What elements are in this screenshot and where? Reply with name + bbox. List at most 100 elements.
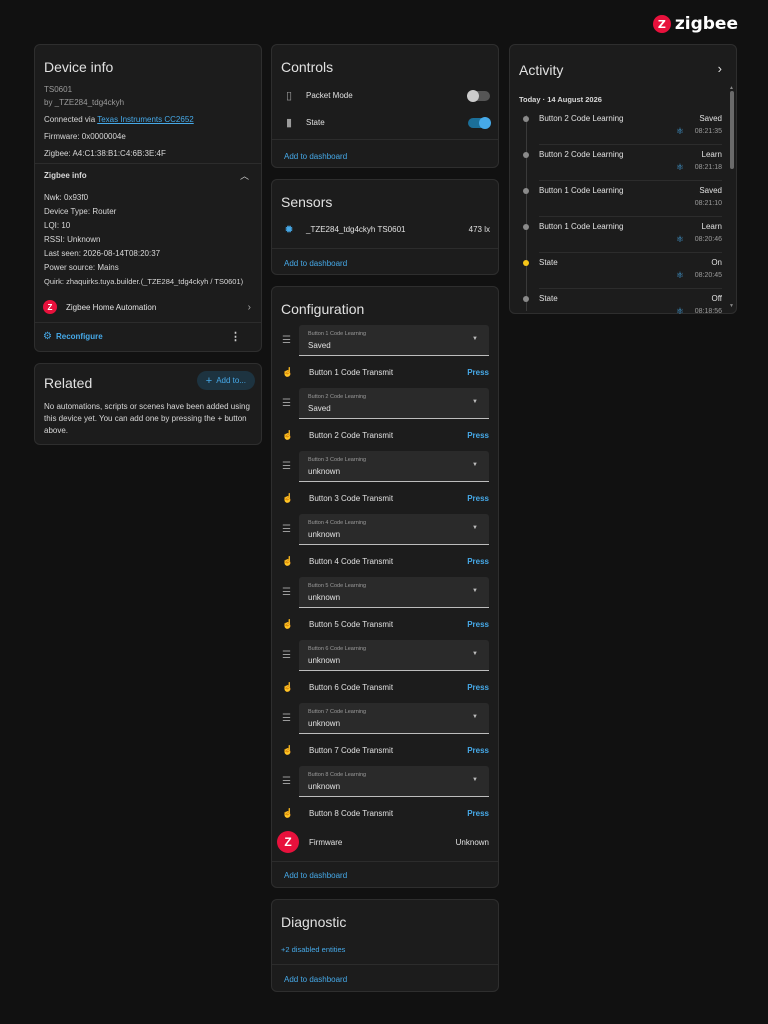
activity-item[interactable]: Button 2 Code Learning Learn ⚛ 08:21:18 <box>510 147 722 182</box>
activity-entity: Button 1 Code Learning <box>539 222 624 231</box>
code-learning-select[interactable]: Button 4 Code Learning unknown ▼ <box>299 514 489 545</box>
code-learning-select[interactable]: Button 3 Code Learning unknown ▼ <box>299 451 489 482</box>
activity-entity: Button 2 Code Learning <box>539 150 624 159</box>
select-label: Button 7 Code Learning <box>308 709 367 715</box>
press-button[interactable]: Press <box>467 746 489 755</box>
code-transmit-row: Button 8 Code Transmit Press <box>280 809 489 818</box>
dropdown-arrow-icon: ▼ <box>472 399 478 405</box>
activity-time: 08:20:45 <box>694 272 722 279</box>
activity-time: 08:20:46 <box>694 236 722 243</box>
configuration-add-to-dashboard[interactable]: Add to dashboard <box>272 871 359 880</box>
chevron-up-icon[interactable]: ︿ <box>240 169 249 182</box>
activity-date: Today · 14 August 2026 <box>519 95 602 104</box>
transmit-label: Button 4 Code Transmit <box>309 557 394 566</box>
timeline-dot <box>523 116 529 122</box>
activity-item[interactable]: State Off ⚛ 08:18:56 <box>510 291 722 326</box>
code-learning-select[interactable]: Button 5 Code Learning unknown ▼ <box>299 577 489 608</box>
firmware-row[interactable]: Z Firmware Unknown <box>277 831 489 853</box>
activity-chevron-right-icon[interactable]: › <box>718 61 722 76</box>
state-toggle[interactable] <box>468 116 491 129</box>
dropdown-arrow-icon: ▼ <box>472 651 478 657</box>
press-button[interactable]: Press <box>467 620 489 629</box>
reconfigure-button[interactable]: ⚙ Reconfigure <box>43 331 103 342</box>
zigbee-address: Zigbee: A4:C1:38:B1:C4:6B:3E:4F <box>44 149 166 158</box>
activity-scrollbar[interactable] <box>730 91 734 169</box>
activity-state: Saved <box>699 114 722 123</box>
sensors-add-to-dashboard[interactable]: Add to dashboard <box>272 259 359 268</box>
state-row[interactable]: ▮ State <box>280 116 491 129</box>
activity-entity: Button 2 Code Learning <box>539 114 624 123</box>
select-value: unknown <box>308 530 341 539</box>
code-learning-select[interactable]: Button 6 Code Learning unknown ▼ <box>299 640 489 671</box>
sensor-row[interactable]: ✹ _TZE284_tdg4ckyh TS0601 473 lx <box>280 223 490 236</box>
code-learning-select[interactable]: Button 8 Code Learning unknown ▼ <box>299 766 489 797</box>
activity-entity: State <box>539 294 558 303</box>
press-button[interactable]: Press <box>467 494 489 503</box>
activity-item[interactable]: State On ⚛ 08:20:45 <box>510 255 722 290</box>
zigbee-logo-text: zigbee <box>674 14 738 34</box>
list-icon: ☰ <box>282 587 291 598</box>
activity-item[interactable]: Button 1 Code Learning Saved 08:21:10 <box>510 183 722 218</box>
more-menu-icon[interactable]: ⋮ <box>230 330 241 343</box>
activity-card: Activity › Today · 14 August 2026 Button… <box>509 44 737 316</box>
dropdown-arrow-icon: ▼ <box>472 336 478 342</box>
rssi: RSSI: Unknown <box>44 235 101 244</box>
plus-icon: + <box>205 374 213 387</box>
reconfigure-label: Reconfigure <box>55 332 103 341</box>
code-learning-select[interactable]: Button 7 Code Learning unknown ▼ <box>299 703 489 734</box>
code-transmit-row: Button 7 Code Transmit Press <box>280 746 489 755</box>
packet-mode-row[interactable]: ▯ Packet Mode <box>280 89 490 102</box>
connected-via-link[interactable]: Texas Instruments CC2652 <box>97 115 194 124</box>
timeline-dot <box>523 296 529 302</box>
transmit-label: Button 6 Code Transmit <box>309 683 394 692</box>
select-label: Button 8 Code Learning <box>308 772 367 778</box>
select-value: unknown <box>308 782 341 791</box>
add-to-label: Add to... <box>216 376 246 385</box>
zigbee-logo-icon: Z <box>652 15 671 33</box>
activity-state: Off <box>711 294 722 303</box>
device-info-title: Device info <box>44 59 114 75</box>
press-button[interactable]: Press <box>467 557 489 566</box>
scroll-down-icon[interactable]: ▼ <box>729 303 734 309</box>
add-to-button[interactable]: + Add to... <box>196 371 255 390</box>
press-button[interactable]: Press <box>467 368 489 377</box>
select-label: Button 2 Code Learning <box>308 394 367 400</box>
list-icon: ☰ <box>282 524 291 535</box>
activity-time: 08:18:56 <box>694 308 722 315</box>
state-label: State <box>306 118 325 127</box>
activity-item[interactable]: Button 1 Code Learning Learn ⚛ 08:20:46 <box>510 219 722 254</box>
list-icon: ☰ <box>282 461 291 472</box>
select-label: Button 3 Code Learning <box>308 457 367 463</box>
press-button[interactable]: Press <box>467 683 489 692</box>
transmit-label: Button 7 Code Transmit <box>309 746 394 755</box>
transmit-label: Button 8 Code Transmit <box>309 809 394 818</box>
controls-card: Controls ▯ Packet Mode ▮ State Add to da… <box>271 44 499 168</box>
related-card: Related + Add to... No automations, scri… <box>34 363 262 445</box>
activity-state: On <box>711 258 722 267</box>
press-button[interactable]: Press <box>467 431 489 440</box>
select-value: unknown <box>308 656 341 665</box>
activity-item[interactable]: Button 2 Code Learning Saved ⚛ 08:21:35 <box>510 111 722 146</box>
device-type: Device Type: Router <box>44 207 117 216</box>
related-empty-text: No automations, scripts or scenes have b… <box>44 402 250 435</box>
activity-time: 08:21:10 <box>694 200 722 207</box>
packet-mode-toggle[interactable] <box>467 89 490 102</box>
controls-title: Controls <box>281 59 334 75</box>
power-source: Power source: Mains <box>44 263 119 272</box>
timeline-dot <box>523 224 529 230</box>
code-learning-select[interactable]: Button 2 Code Learning Saved ▼ <box>299 388 489 419</box>
zigbee-device-icon: ⚛ <box>675 162 684 172</box>
code-learning-select[interactable]: Button 1 Code Learning Saved ▼ <box>299 325 489 356</box>
list-icon: ☰ <box>282 713 291 724</box>
controls-add-to-dashboard[interactable]: Add to dashboard <box>272 152 359 161</box>
zha-icon: Z <box>43 300 57 314</box>
list-icon: ☰ <box>282 776 291 787</box>
integration-row[interactable]: Z Zigbee Home Automation › <box>43 300 251 314</box>
diagnostic-add-to-dashboard[interactable]: Add to dashboard <box>272 975 359 984</box>
disabled-entities-link[interactable]: +2 disabled entities <box>281 945 345 954</box>
transmit-label: Button 5 Code Transmit <box>309 620 394 629</box>
scroll-up-icon[interactable]: ▲ <box>729 85 734 91</box>
zigbee-info-toggle[interactable]: Zigbee info <box>44 171 87 180</box>
list-icon: ☰ <box>282 335 291 346</box>
press-button[interactable]: Press <box>467 809 489 818</box>
